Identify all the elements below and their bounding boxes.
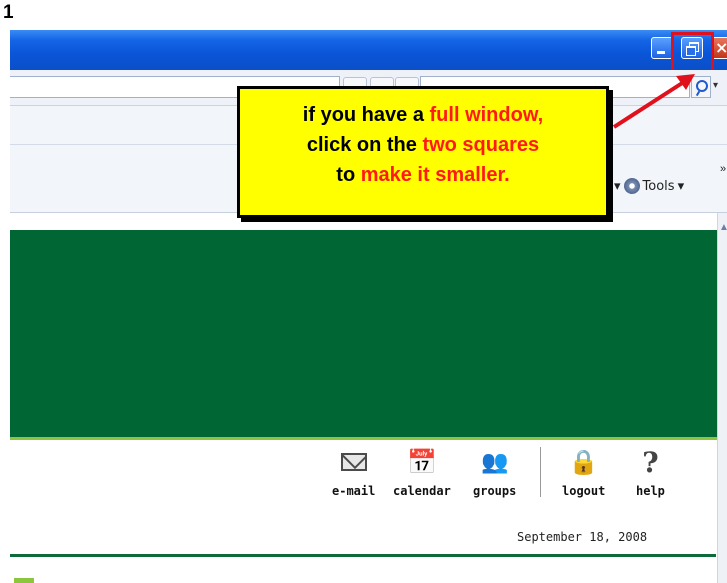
nav-divider [540, 447, 541, 497]
instruction-callout: if you have a full window, click on the … [237, 86, 609, 218]
callout-line-1: if you have a full window, [302, 104, 544, 126]
section-marker [14, 578, 34, 583]
nav-groups[interactable]: 👥 groups [473, 444, 517, 499]
tools-menu-button[interactable]: ▾ Tools ▾ [614, 175, 684, 197]
question-icon: ? [642, 445, 659, 479]
nav-calendar[interactable]: 📅 calendar [393, 444, 451, 498]
nav-email[interactable]: e-mail [332, 444, 375, 498]
nav-logout[interactable]: 🔒 logout [562, 444, 605, 498]
minimize-button[interactable] [651, 37, 673, 59]
chevron-down-icon: ▾ [677, 178, 685, 194]
scroll-up-arrow-icon[interactable]: ▲ [719, 222, 727, 233]
nav-email-label: e-mail [332, 484, 376, 498]
vertical-scrollbar[interactable] [717, 213, 727, 583]
tools-left-chevron-icon: ▾ [614, 178, 621, 194]
window-title-bar [10, 30, 727, 70]
callout-line-2: click on the two squares [306, 134, 540, 156]
content-divider [10, 554, 716, 557]
nav-logout-label: logout [562, 484, 606, 498]
callout-line-3: to make it smaller. [336, 164, 510, 186]
step-number: 1 [3, 2, 14, 23]
search-options-chevron-icon[interactable]: ▾ [713, 80, 718, 91]
padlock-icon: 🔒 [568, 448, 599, 476]
nav-help-label: help [636, 484, 665, 498]
more-commands-chevron-icon[interactable]: » [720, 163, 726, 175]
tools-label: Tools [642, 178, 675, 194]
gear-icon [623, 178, 640, 194]
groups-icon: 👥 [480, 449, 509, 475]
current-date: September 18, 2008 [517, 530, 648, 544]
nav-calendar-label: calendar [393, 484, 451, 498]
calendar-icon: 📅 [406, 448, 437, 476]
search-button[interactable] [691, 76, 711, 98]
site-banner [10, 230, 717, 437]
banner-accent-line [10, 437, 717, 440]
nav-help[interactable]: ? help [636, 444, 665, 499]
envelope-icon [340, 453, 367, 471]
close-icon: × [715, 38, 727, 57]
nav-groups-label: groups [473, 484, 517, 498]
minimize-icon [657, 51, 665, 54]
search-icon-handle [695, 90, 701, 97]
